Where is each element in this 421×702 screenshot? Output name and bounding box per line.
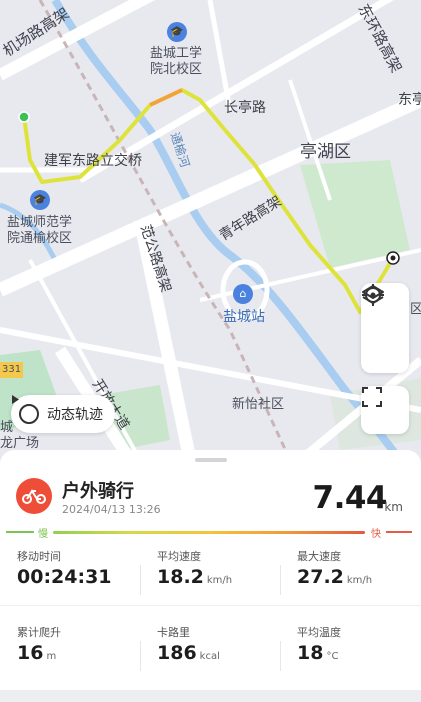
map-controls: [361, 283, 409, 373]
poi-xinyi: 新怡社区: [232, 397, 285, 412]
dynamic-track-button[interactable]: 动态轨迹: [11, 395, 115, 433]
speed-slow-label: 慢: [38, 529, 48, 540]
stat-unit: m: [46, 651, 57, 662]
workout-summary-sheet: 户外骑行 2024/04/13 13:26 7.44 km 慢 快 移动时间 0…: [0, 450, 421, 690]
school-pin-icon: 🎓: [167, 22, 187, 42]
speed-bar-fast-segment: [386, 531, 412, 533]
stat-avg-temperature: 平均温度 18 °C: [280, 624, 420, 694]
stats-row-1: 移动时间 00:24:31 平均速度 18.2 km/h 最大速度 27.2 km/…: [0, 548, 421, 618]
road-label-dong: 东亭: [398, 92, 421, 108]
stat-moving-time: 移动时间 00:24:31: [0, 548, 140, 618]
train-station-icon: ⌂: [233, 284, 253, 304]
play-icon: [12, 395, 39, 424]
stat-number: 16: [17, 642, 44, 664]
stat-max-speed: 最大速度 27.2 km/h: [280, 548, 420, 618]
stat-elevation-gain: 累计爬升 16 m: [0, 624, 140, 694]
dynamic-track-label: 动态轨迹: [47, 407, 103, 423]
stat-unit: °C: [326, 651, 339, 662]
stat-unit: km/h: [346, 575, 373, 586]
stats-row-2: 累计爬升 16 m 卡路里 186 kcal 平均温度 18 °C: [0, 624, 421, 694]
school-pin-icon: 🎓: [30, 190, 50, 210]
stat-number: 18: [297, 642, 324, 664]
stat-unit: kcal: [199, 651, 220, 662]
route-map[interactable]: 机场路高架 东环路高架 🎓 盐城工学 院北校区 长亭路 东亭 亭湖区 建军东路立…: [0, 0, 421, 460]
bicycle-icon: [16, 478, 52, 514]
stat-number: 00:24:31: [17, 566, 112, 588]
road-number-badge: 331: [0, 362, 24, 378]
fullscreen-button[interactable]: [361, 386, 409, 434]
layers-button[interactable]: [361, 285, 409, 373]
speed-bar-slow-segment: [6, 531, 34, 533]
poi-jianjun-bridge: 建军东路立交桥: [44, 153, 142, 169]
row-divider: [0, 605, 421, 606]
stat-calories: 卡路里 186 kcal: [140, 624, 280, 694]
poi-station: 盐城站: [223, 309, 265, 325]
edge-label-qu: 区: [410, 302, 421, 317]
poi-yancheng-gongxue: 盐城工学 院北校区: [150, 46, 203, 77]
stat-label: 移动时间: [17, 550, 61, 563]
stat-value: 16 m: [17, 642, 56, 664]
stat-label: 最大速度: [297, 550, 341, 563]
workout-datetime: 2024/04/13 13:26: [62, 503, 161, 516]
distance-unit: km: [384, 500, 403, 514]
stat-number: 186: [157, 642, 197, 664]
district-label-tinghu: 亭湖区: [300, 142, 351, 162]
stat-value: 186 kcal: [157, 642, 220, 664]
sport-type: 户外骑行: [62, 481, 134, 502]
speed-gradient-bar: [53, 531, 365, 534]
stat-value: 00:24:31: [17, 566, 112, 588]
road-label-changting: 长亭路: [224, 100, 266, 116]
stat-value: 18 °C: [297, 642, 338, 664]
layers-icon: [362, 285, 384, 304]
bottom-spacer: [0, 690, 421, 702]
fullscreen-icon: [362, 387, 382, 407]
stat-label: 卡路里: [157, 626, 190, 639]
stat-label: 平均温度: [297, 626, 341, 639]
stat-number: 18.2: [157, 566, 204, 588]
total-distance: 7.44: [312, 480, 388, 516]
speed-fast-label: 快: [371, 529, 381, 540]
stat-unit: km/h: [206, 575, 233, 586]
stat-label: 平均速度: [157, 550, 201, 563]
edge-label-city: 城: [0, 420, 14, 435]
sheet-drag-handle[interactable]: [195, 458, 227, 462]
poi-shifan: 盐城师范学 院通榆校区: [7, 215, 73, 246]
stat-value: 27.2 km/h: [297, 566, 372, 588]
stat-value: 18.2 km/h: [157, 566, 232, 588]
stat-number: 27.2: [297, 566, 344, 588]
stat-avg-speed: 平均速度 18.2 km/h: [140, 548, 280, 618]
stat-label: 累计爬升: [17, 626, 61, 639]
